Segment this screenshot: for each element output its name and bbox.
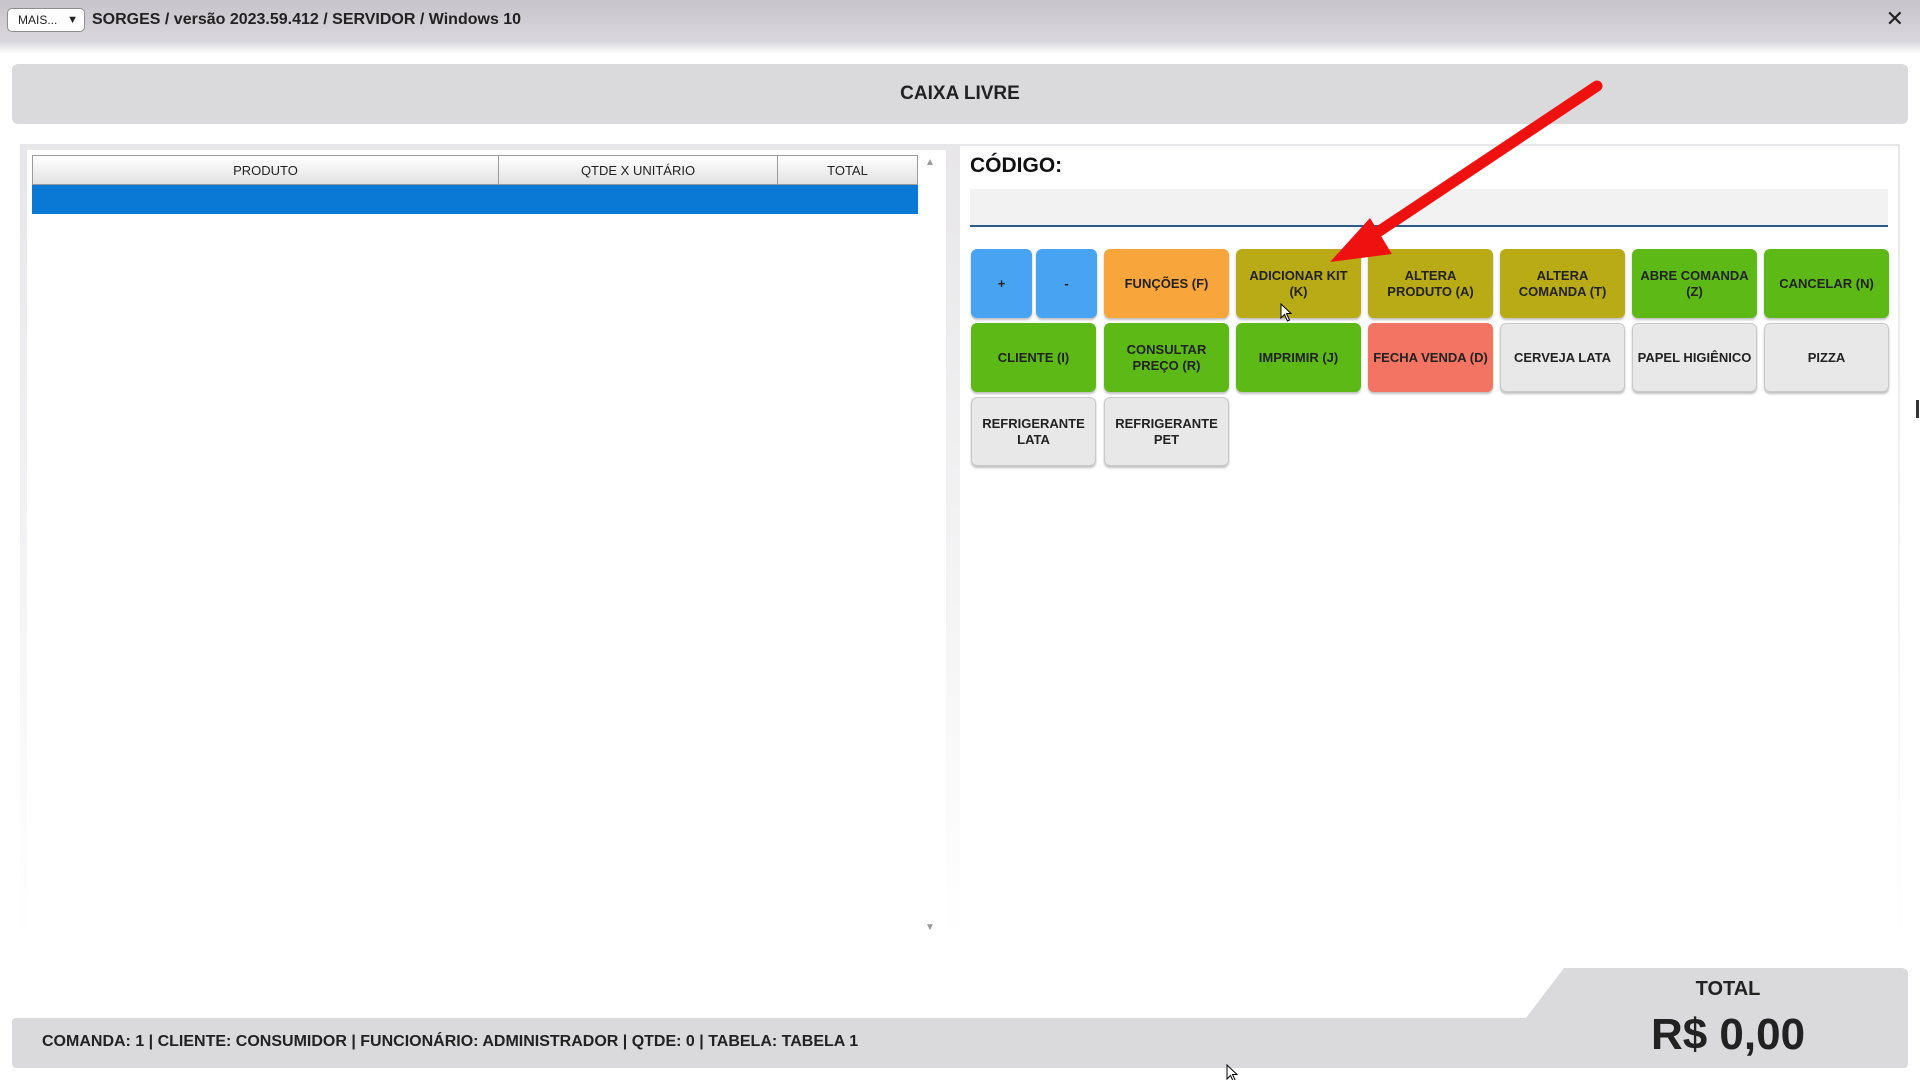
more-menu-button[interactable]: MAIS... ▼	[7, 8, 85, 32]
mouse-cursor-icon	[1280, 303, 1293, 322]
red-arrow-annotation	[1330, 80, 1603, 262]
customer-button[interactable]: CLIENTE (I)	[971, 323, 1096, 392]
product-button-pizza[interactable]: PIZZA	[1764, 323, 1889, 392]
selected-grid-row[interactable]	[32, 185, 918, 214]
more-menu-label: MAIS...	[18, 13, 58, 27]
code-label: CÓDIGO:	[970, 154, 1063, 177]
functions-button[interactable]: FUNÇÕES (F)	[1104, 249, 1229, 318]
scroll-down-icon[interactable]: ▼	[925, 922, 935, 933]
items-panel	[27, 150, 946, 940]
title-bar: MAIS... ▼ SORGES / versão 2023.59.412 / …	[0, 0, 1920, 40]
column-header-qtde-unitario[interactable]: QTDE X UNITÁRIO	[499, 156, 778, 184]
scroll-up-icon[interactable]: ▲	[925, 157, 935, 168]
chevron-down-icon: ▼	[67, 14, 78, 26]
close-icon[interactable]: ✕	[1886, 8, 1904, 30]
open-order-button[interactable]: ABRE COMANDA (Z)	[1632, 249, 1757, 318]
decrease-button[interactable]: -	[1036, 249, 1097, 318]
column-header-produto[interactable]: PRODUTO	[33, 156, 499, 184]
total-value: R$ 0,00	[1650, 1010, 1806, 1059]
window-edge-marker	[1916, 400, 1919, 418]
product-button-papel-higienico[interactable]: PAPEL HIGIÊNICO	[1632, 323, 1757, 392]
price-lookup-button[interactable]: CONSULTAR PREÇO (R)	[1104, 323, 1229, 392]
product-button-refrigerante-lata[interactable]: REFRIGERANTE LATA	[971, 397, 1096, 466]
window-title: SORGES / versão 2023.59.412 / SERVIDOR /…	[92, 11, 522, 28]
items-grid-header: PRODUTO QTDE X UNITÁRIO TOTAL	[32, 155, 918, 185]
increase-button[interactable]: +	[971, 249, 1032, 318]
arrow-shaft	[1354, 80, 1603, 250]
product-button-cerveja-lata[interactable]: CERVEJA LATA	[1500, 323, 1625, 392]
title-bar-shadow	[0, 40, 1920, 54]
column-header-total[interactable]: TOTAL	[778, 156, 917, 184]
close-sale-button[interactable]: FECHA VENDA (D)	[1368, 323, 1493, 392]
cashier-status: CAIXA LIVRE	[12, 64, 1908, 124]
sale-info: COMANDA: 1 | CLIENTE: CONSUMIDOR | FUNCI…	[42, 1033, 859, 1050]
product-button-refrigerante-pet[interactable]: REFRIGERANTE PET	[1104, 397, 1229, 466]
cancel-button[interactable]: CANCELAR (N)	[1764, 249, 1889, 318]
print-button[interactable]: IMPRIMIR (J)	[1236, 323, 1361, 392]
total-label: TOTAL	[1695, 978, 1761, 1000]
mouse-cursor-icon-2	[1226, 1064, 1239, 1080]
